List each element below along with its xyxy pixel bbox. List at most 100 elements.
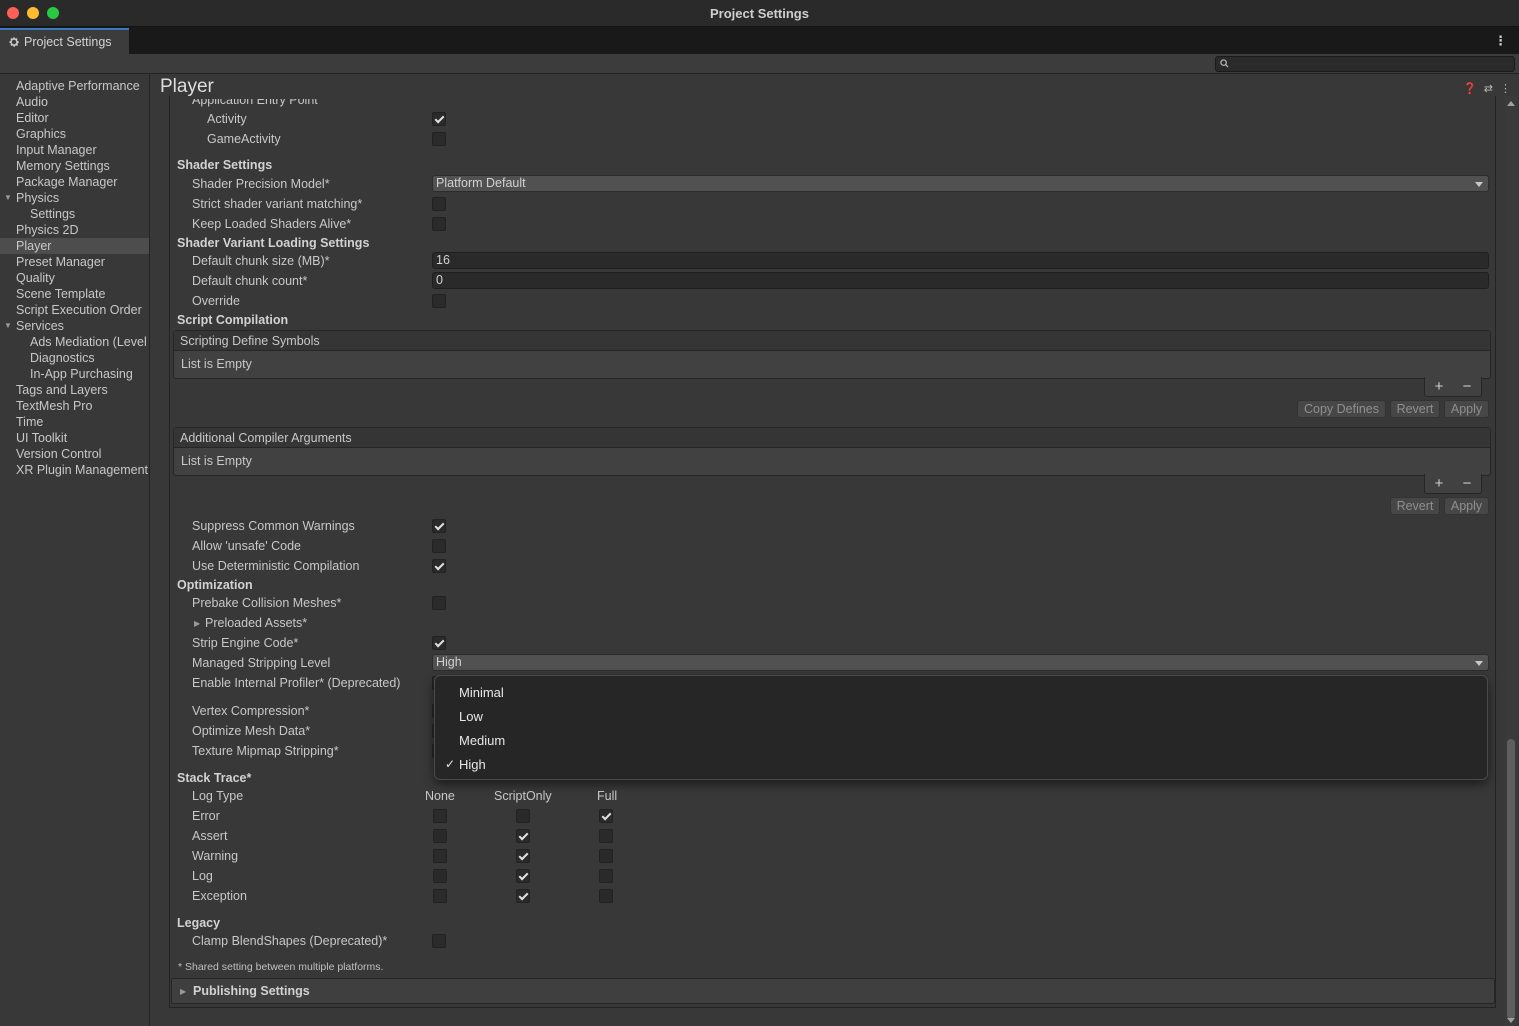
- warning-scriptonly-checkbox[interactable]: [516, 849, 530, 863]
- sidebar-item-xr-plugin-management[interactable]: XR Plugin Management: [0, 462, 149, 478]
- deterministic-checkbox[interactable]: [432, 559, 446, 573]
- keep-loaded-shaders-checkbox[interactable]: [432, 217, 446, 231]
- sidebar-item-scene-template[interactable]: Scene Template: [0, 286, 149, 302]
- apply-defines-button[interactable]: Apply: [1444, 400, 1489, 418]
- expand-arrow-icon[interactable]: ▶: [180, 987, 186, 996]
- chunk-count-input[interactable]: 0: [432, 272, 1489, 289]
- more-options-icon[interactable]: ⋮: [1494, 33, 1507, 49]
- add-icon[interactable]: +: [1435, 378, 1444, 395]
- shader-settings-header: Shader Settings: [177, 158, 273, 172]
- error-scriptonly-checkbox[interactable]: [516, 809, 530, 823]
- log-full-checkbox[interactable]: [599, 869, 613, 883]
- option-minimal[interactable]: Minimal: [459, 685, 504, 700]
- add-icon[interactable]: +: [1435, 475, 1444, 492]
- shader-precision-dropdown[interactable]: Platform Default: [432, 175, 1489, 192]
- strip-engine-checkbox[interactable]: [432, 636, 446, 650]
- sidebar-item-package-manager[interactable]: Package Manager: [0, 174, 149, 190]
- copy-defines-button[interactable]: Copy Defines: [1297, 400, 1386, 418]
- scroll-up-icon[interactable]: [1507, 101, 1515, 106]
- window-title: Project Settings: [710, 6, 809, 21]
- sidebar-item-preset-manager[interactable]: Preset Manager: [0, 254, 149, 270]
- define-symbols-empty: List is Empty: [181, 357, 252, 371]
- define-symbols-controls: + −: [1424, 377, 1482, 397]
- sidebar-item-script-execution-order[interactable]: Script Execution Order: [0, 302, 149, 318]
- activity-checkbox[interactable]: [432, 112, 446, 126]
- help-icon[interactable]: ❓: [1463, 82, 1477, 95]
- assert-none-checkbox[interactable]: [433, 829, 447, 843]
- exception-scriptonly-checkbox[interactable]: [516, 889, 530, 903]
- option-medium[interactable]: Medium: [459, 733, 505, 748]
- stack-row-log-label: Log: [192, 869, 213, 883]
- error-full-checkbox[interactable]: [599, 809, 613, 823]
- option-high[interactable]: High: [459, 757, 486, 772]
- optimization-header: Optimization: [177, 578, 253, 592]
- tab-project-settings[interactable]: Project Settings: [0, 28, 129, 54]
- sidebar-item-audio[interactable]: Audio: [0, 94, 149, 110]
- sidebar-item-time[interactable]: Time: [0, 414, 149, 430]
- sidebar-item-textmesh-pro[interactable]: TextMesh Pro: [0, 398, 149, 414]
- player-settings-content: [169, 96, 1496, 1008]
- strict-variant-checkbox[interactable]: [432, 197, 446, 211]
- override-checkbox[interactable]: [432, 294, 446, 308]
- managed-stripping-dropdown[interactable]: High: [432, 654, 1489, 671]
- revert-args-button[interactable]: Revert: [1390, 497, 1440, 515]
- sidebar-item-diagnostics[interactable]: Diagnostics: [0, 350, 149, 366]
- deterministic-label: Use Deterministic Compilation: [192, 559, 360, 573]
- shared-setting-footnote: * Shared setting between multiple platfo…: [178, 961, 384, 973]
- sidebar-item-graphics[interactable]: Graphics: [0, 126, 149, 142]
- chunk-size-input[interactable]: 16: [432, 252, 1489, 269]
- search-icon: [1220, 59, 1229, 68]
- log-none-checkbox[interactable]: [433, 869, 447, 883]
- stack-row-exception-label: Exception: [192, 889, 247, 903]
- clamp-blendshapes-checkbox[interactable]: [432, 934, 446, 948]
- expand-arrow-icon[interactable]: ▼: [4, 190, 12, 206]
- sidebar-item-tags-and-layers[interactable]: Tags and Layers: [0, 382, 149, 398]
- unsafe-code-checkbox[interactable]: [432, 539, 446, 553]
- sidebar-item-player[interactable]: Player: [0, 238, 149, 254]
- column-none: None: [425, 789, 455, 803]
- sidebar-item-physics-2d[interactable]: Physics 2D: [0, 222, 149, 238]
- sidebar-item-services[interactable]: ▼ Services: [0, 318, 149, 334]
- preset-icon[interactable]: ⇄: [1484, 82, 1493, 95]
- assert-full-checkbox[interactable]: [599, 829, 613, 843]
- remove-icon[interactable]: −: [1463, 378, 1472, 395]
- sidebar-item-version-control[interactable]: Version Control: [0, 446, 149, 462]
- prebake-checkbox[interactable]: [432, 596, 446, 610]
- sidebar-item-input-manager[interactable]: Input Manager: [0, 142, 149, 158]
- sidebar-item-quality[interactable]: Quality: [0, 270, 149, 286]
- more-options-icon[interactable]: ⋮: [1500, 82, 1511, 95]
- stack-trace-header: Stack Trace*: [177, 771, 252, 785]
- expand-arrow-icon[interactable]: ▼: [4, 318, 12, 334]
- apply-args-button[interactable]: Apply: [1444, 497, 1489, 515]
- sidebar-item-physics-settings[interactable]: Settings: [0, 206, 149, 222]
- sidebar-item-editor[interactable]: Editor: [0, 110, 149, 126]
- sidebar-item-memory-settings[interactable]: Memory Settings: [0, 158, 149, 174]
- dropdown-value: Platform Default: [436, 176, 526, 190]
- exception-none-checkbox[interactable]: [433, 889, 447, 903]
- exception-full-checkbox[interactable]: [599, 889, 613, 903]
- preloaded-assets-foldout[interactable]: Preloaded Assets*: [205, 616, 307, 630]
- expand-arrow-icon[interactable]: ▶: [194, 619, 200, 628]
- column-scriptonly: ScriptOnly: [494, 789, 552, 803]
- sidebar-item-in-app-purchasing[interactable]: In-App Purchasing: [0, 366, 149, 382]
- suppress-warnings-checkbox[interactable]: [432, 519, 446, 533]
- settings-sidebar: Adaptive Performance Audio Editor Graphi…: [0, 74, 150, 1026]
- remove-icon[interactable]: −: [1463, 475, 1472, 492]
- sidebar-item-physics[interactable]: ▼ Physics: [0, 190, 149, 206]
- search-input[interactable]: [1215, 56, 1515, 72]
- sidebar-item-ads-mediation[interactable]: Ads Mediation (Level: [0, 334, 149, 350]
- sidebar-item-adaptive-performance[interactable]: Adaptive Performance: [0, 78, 149, 94]
- assert-scriptonly-checkbox[interactable]: [516, 829, 530, 843]
- option-low[interactable]: Low: [459, 709, 483, 724]
- log-scriptonly-checkbox[interactable]: [516, 869, 530, 883]
- error-none-checkbox[interactable]: [433, 809, 447, 823]
- scroll-down-icon[interactable]: [1507, 1018, 1515, 1023]
- warning-full-checkbox[interactable]: [599, 849, 613, 863]
- stack-row-warning-label: Warning: [192, 849, 239, 863]
- game-activity-checkbox[interactable]: [432, 132, 446, 146]
- revert-defines-button[interactable]: Revert: [1390, 400, 1440, 418]
- sidebar-item-ui-toolkit[interactable]: UI Toolkit: [0, 430, 149, 446]
- warning-none-checkbox[interactable]: [433, 849, 447, 863]
- scrollbar-thumb[interactable]: [1507, 739, 1515, 1019]
- publishing-settings-foldout[interactable]: ▶ Publishing Settings: [171, 978, 1495, 1004]
